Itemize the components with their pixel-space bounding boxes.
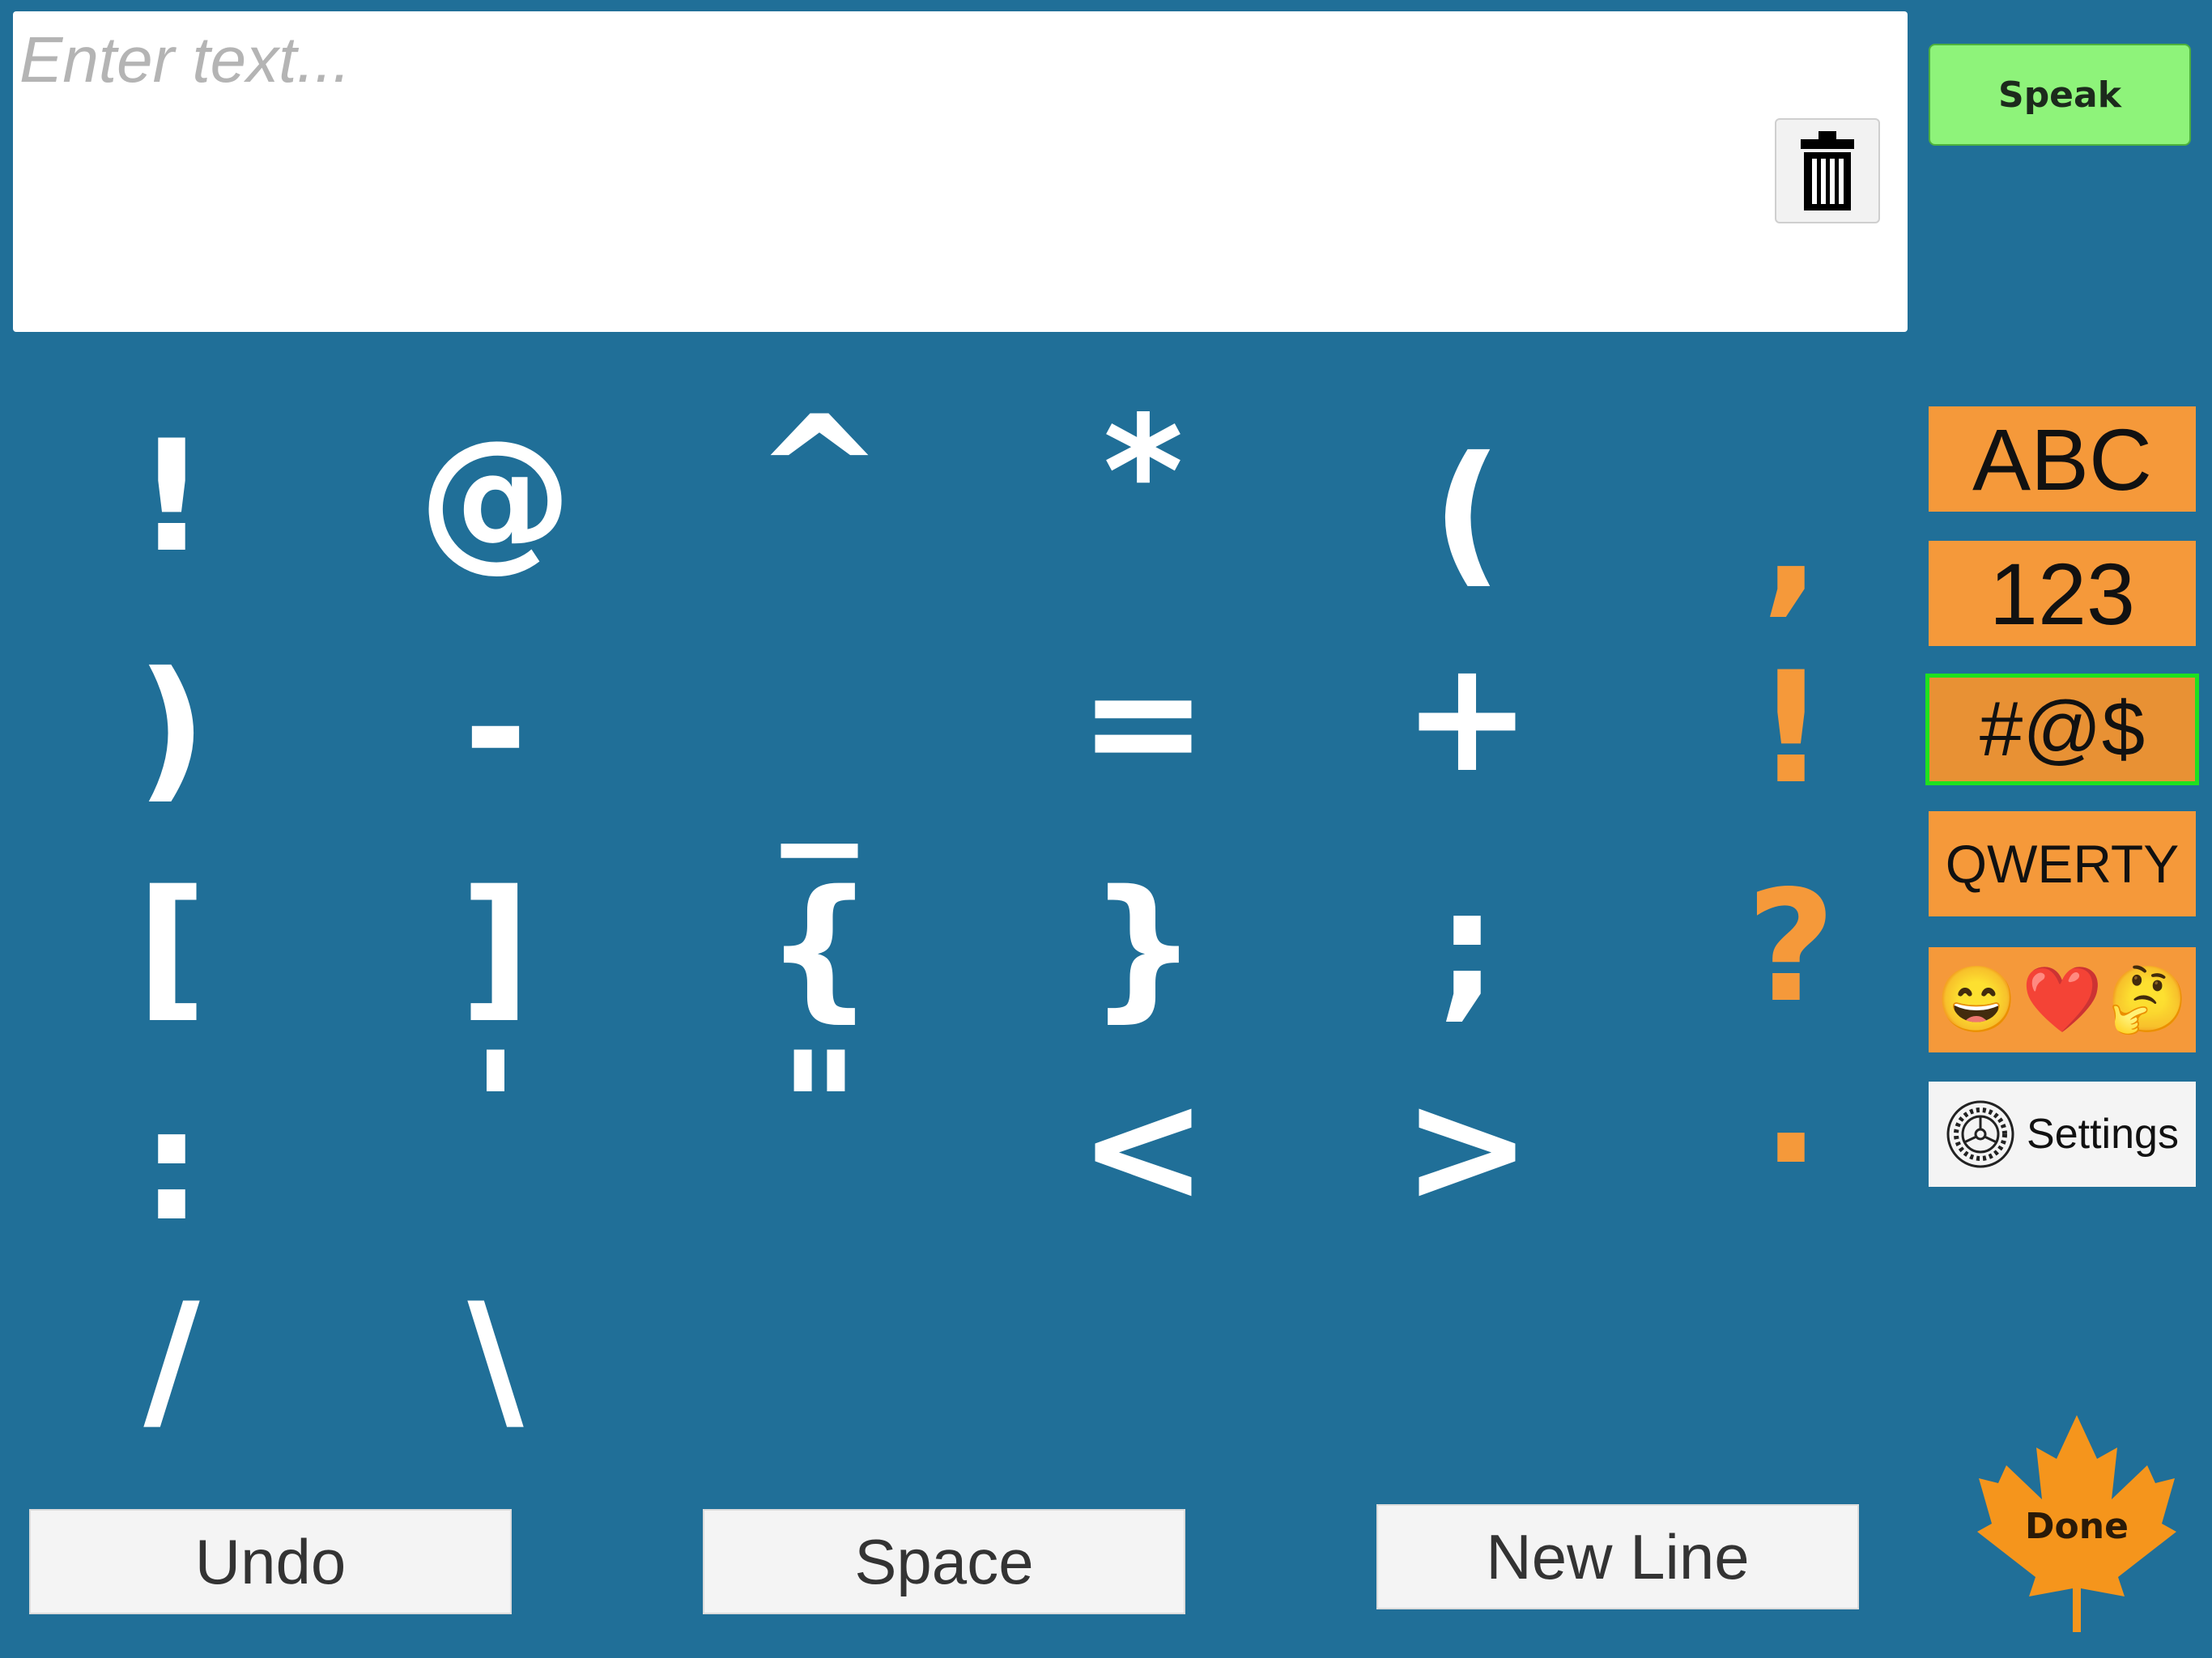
done-label: Done bbox=[2025, 1506, 2129, 1547]
settings-label: Settings bbox=[2027, 1111, 2179, 1158]
keyboard-abc-button[interactable]: ABC bbox=[1929, 406, 2196, 512]
undo-button[interactable]: Undo bbox=[29, 1509, 512, 1614]
key-semicolon[interactable]: ; bbox=[1386, 866, 1548, 1028]
key-backslash[interactable]: \ bbox=[415, 1279, 576, 1441]
keyboard-symbols-button[interactable]: #@$ bbox=[1925, 674, 2199, 785]
key-period[interactable]: . bbox=[1710, 1028, 1872, 1190]
text-input-placeholder: Enter text... bbox=[19, 23, 351, 96]
speak-button[interactable]: Speak bbox=[1929, 44, 2191, 146]
keyboard-emoji-button[interactable]: 😄 ❤️ 🤔 bbox=[1929, 947, 2196, 1052]
done-button[interactable]: Done bbox=[1976, 1409, 2178, 1635]
thinking-face-icon: 🤔 bbox=[2107, 963, 2189, 1035]
key-underscore[interactable]: _ bbox=[738, 688, 900, 850]
key-caret[interactable]: ^ bbox=[738, 392, 900, 554]
key-double-quote[interactable]: " bbox=[738, 1028, 900, 1190]
key-orange-exclamation[interactable]: ! bbox=[1710, 648, 1872, 810]
key-greater-than[interactable]: > bbox=[1386, 1067, 1548, 1229]
key-close-brace[interactable]: } bbox=[1062, 866, 1224, 1028]
key-apostrophe[interactable]: ' bbox=[415, 1028, 576, 1190]
key-close-bracket[interactable]: ] bbox=[415, 866, 576, 1028]
key-close-paren[interactable]: ) bbox=[91, 648, 253, 810]
new-line-button[interactable]: New Line bbox=[1376, 1504, 1859, 1609]
key-hyphen[interactable]: - bbox=[415, 648, 576, 810]
text-input[interactable]: Enter text... bbox=[13, 11, 1908, 332]
key-comma[interactable]: , bbox=[1710, 461, 1872, 623]
settings-button[interactable]: Settings bbox=[1929, 1082, 2196, 1187]
grinning-face-icon: 😄 bbox=[1936, 963, 2018, 1035]
key-question[interactable]: ? bbox=[1710, 866, 1872, 1028]
key-slash[interactable]: / bbox=[91, 1279, 253, 1441]
key-asterisk[interactable]: * bbox=[1062, 392, 1224, 554]
clear-text-button[interactable] bbox=[1775, 118, 1880, 223]
gear-icon bbox=[1946, 1100, 2014, 1168]
key-less-than[interactable]: < bbox=[1062, 1067, 1224, 1229]
trash-icon bbox=[1801, 131, 1854, 210]
key-plus[interactable]: + bbox=[1386, 636, 1548, 798]
key-open-brace[interactable]: { bbox=[738, 866, 900, 1028]
key-equals[interactable]: = bbox=[1062, 641, 1224, 803]
keyboard-qwerty-button[interactable]: QWERTY bbox=[1929, 811, 2196, 916]
key-colon[interactable]: : bbox=[91, 1085, 253, 1247]
heart-icon: ❤️ bbox=[2022, 963, 2103, 1035]
space-button[interactable]: Space bbox=[703, 1509, 1185, 1614]
key-at[interactable]: @ bbox=[415, 416, 576, 578]
keyboard-123-button[interactable]: 123 bbox=[1929, 541, 2196, 646]
key-open-paren[interactable]: ( bbox=[1386, 432, 1548, 594]
key-exclamation[interactable]: ! bbox=[91, 416, 253, 578]
key-open-bracket[interactable]: [ bbox=[91, 866, 253, 1028]
